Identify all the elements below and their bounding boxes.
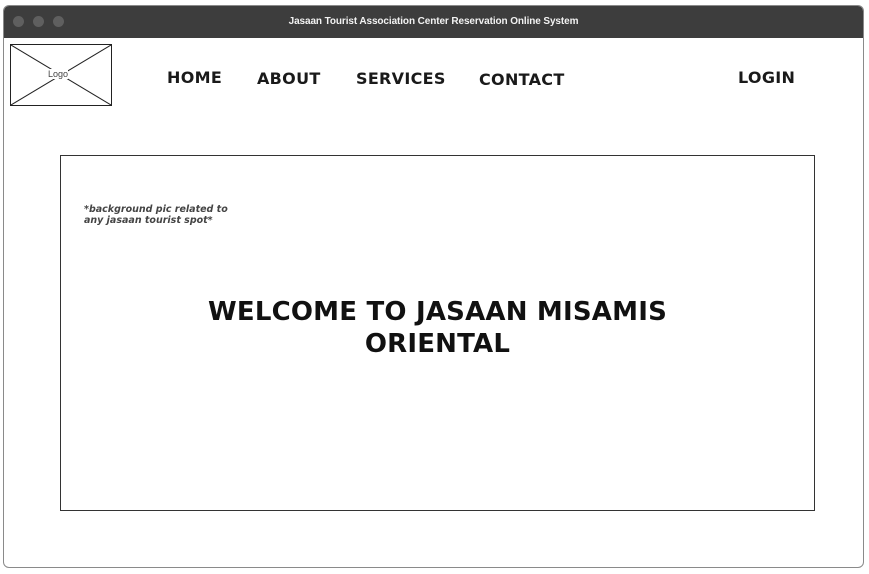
- browser-window: Jasaan Tourist Association Center Reserv…: [3, 5, 864, 568]
- title-bar: Jasaan Tourist Association Center Reserv…: [4, 6, 863, 38]
- logo-label: Logo: [48, 69, 69, 79]
- logo-placeholder[interactable]: Logo: [10, 44, 112, 106]
- window-title: Jasaan Tourist Association Center Reserv…: [288, 16, 579, 27]
- hero-background-note: *background pic related to any jasaan to…: [84, 204, 228, 226]
- nav-home-link[interactable]: HOME: [167, 68, 222, 87]
- hero-heading: WELCOME TO JASAAN MISAMIS ORIENTAL: [207, 297, 667, 359]
- nav-about-link[interactable]: ABOUT: [257, 69, 321, 88]
- nav-services-link[interactable]: SERVICES: [356, 69, 446, 88]
- nav-contact-link[interactable]: CONTACT: [479, 70, 565, 89]
- login-link[interactable]: LOGIN: [738, 68, 795, 87]
- hero-banner: *background pic related to any jasaan to…: [60, 155, 815, 511]
